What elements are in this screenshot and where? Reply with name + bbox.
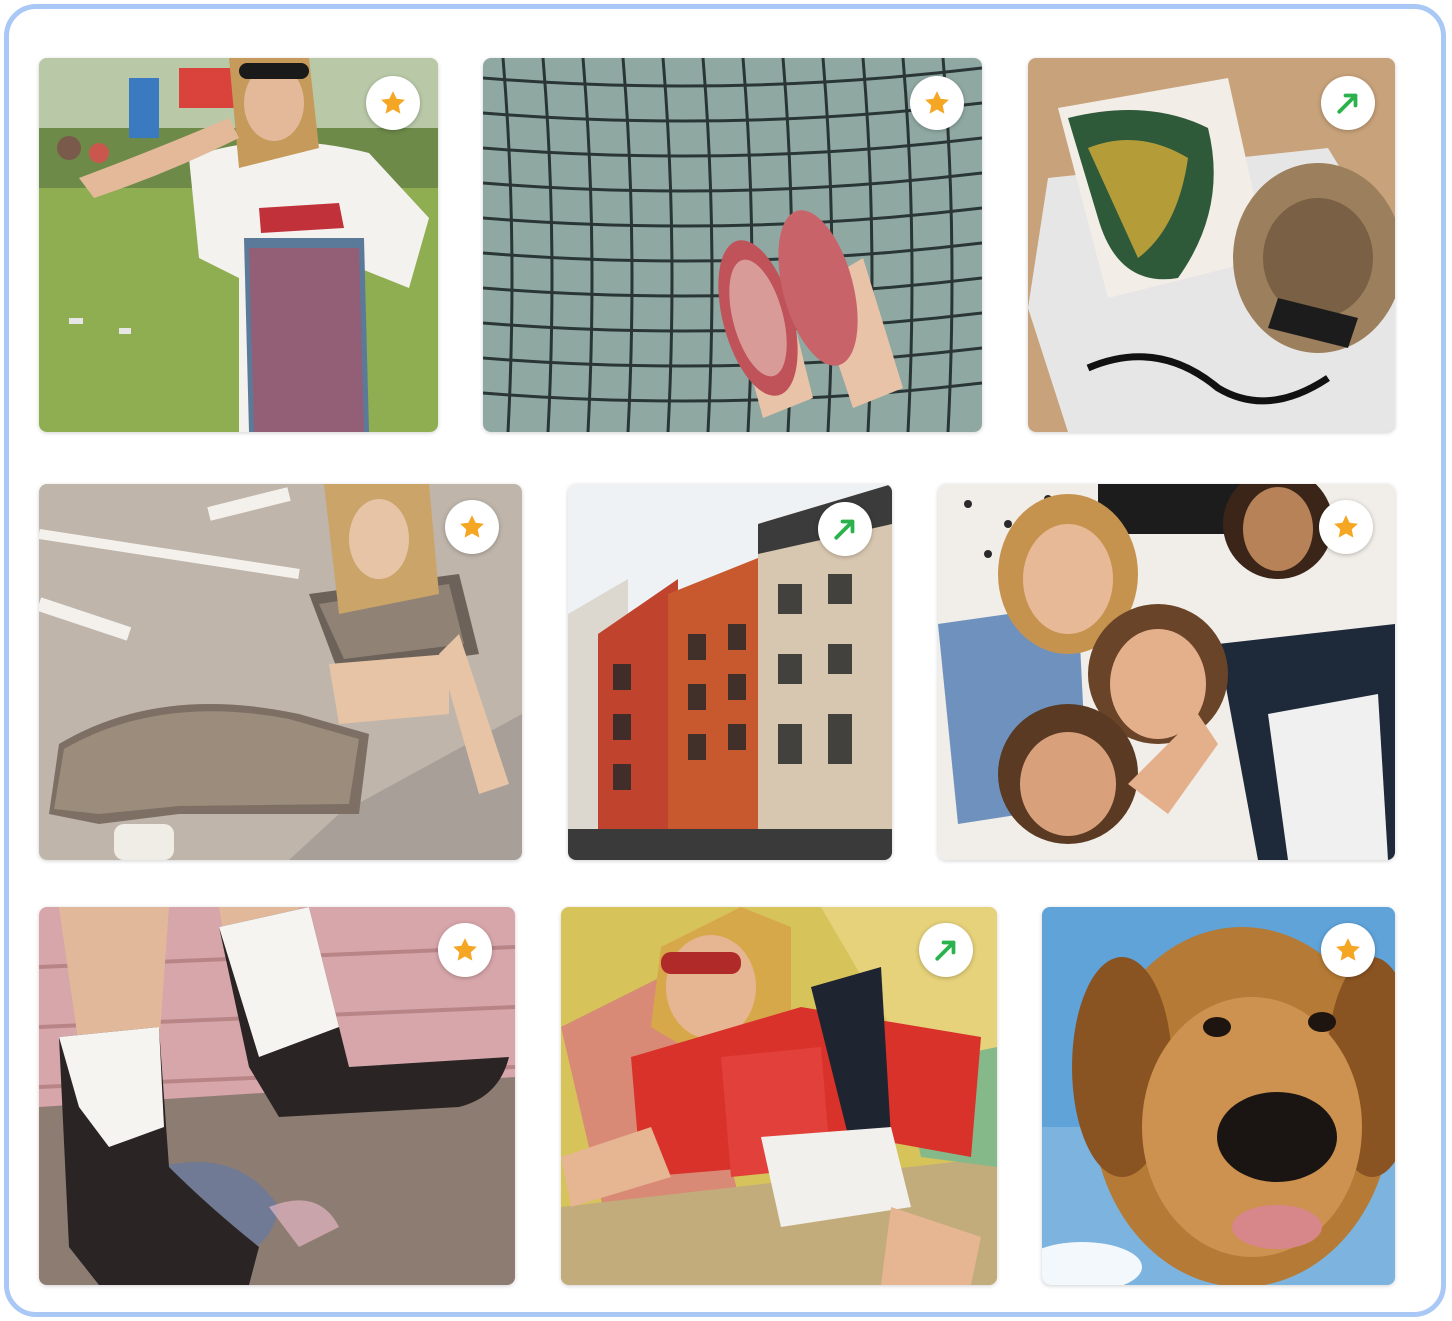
trending-button[interactable] (919, 923, 973, 977)
star-icon (453, 938, 477, 961)
tennis-net-sneakers-photo (483, 58, 982, 432)
photo-tile-cowboy-boots[interactable] (39, 907, 515, 1285)
star-icon (1336, 938, 1360, 961)
star-icon (460, 515, 484, 538)
favorite-star-button[interactable] (1319, 500, 1373, 554)
trending-button[interactable] (1321, 76, 1375, 130)
photo-tile-tennis-net-sneakers[interactable] (483, 58, 982, 432)
trending-button[interactable] (818, 502, 872, 556)
trending-arrow-icon (1337, 93, 1358, 114)
favorite-star-button[interactable] (910, 76, 964, 130)
photo-tile-beach-towel-hat[interactable] (1028, 58, 1395, 432)
photo-tile-gingham-set[interactable] (39, 484, 522, 860)
favorite-star-button[interactable] (445, 500, 499, 554)
photo-tile-golden-retriever[interactable] (1042, 907, 1395, 1285)
photo-tile-city-building[interactable] (568, 484, 892, 860)
trending-arrow-icon (834, 519, 855, 540)
favorite-star-button[interactable] (438, 923, 492, 977)
star-icon (925, 91, 949, 114)
photo-tile-friends-group[interactable] (938, 484, 1395, 860)
favorite-star-button[interactable] (1321, 923, 1375, 977)
trending-arrow-icon (935, 940, 956, 961)
star-icon (381, 91, 405, 114)
photo-tile-festival-outfit[interactable] (39, 58, 438, 432)
star-icon (1334, 515, 1358, 538)
photo-tile-red-jacket[interactable] (561, 907, 997, 1285)
favorite-star-button[interactable] (366, 76, 420, 130)
